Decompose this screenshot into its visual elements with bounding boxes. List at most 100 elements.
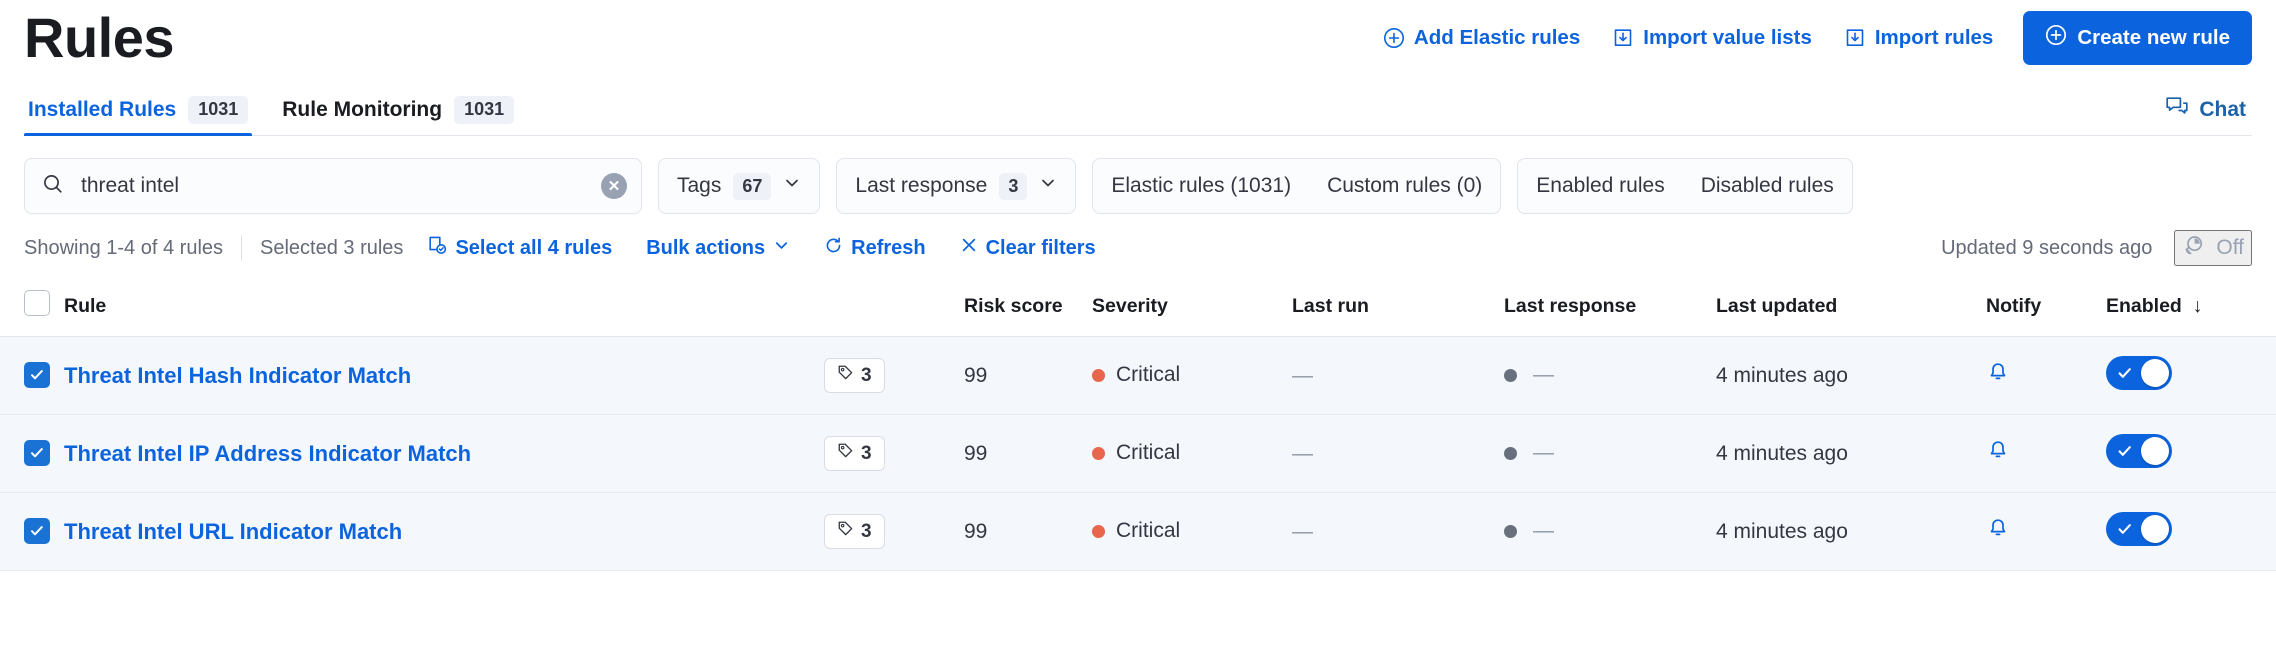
- auto-refresh-button[interactable]: Off: [2174, 230, 2252, 266]
- column-header-enabled-label: Enabled: [2106, 294, 2182, 317]
- row-select-cell: [0, 336, 64, 415]
- tags-badge[interactable]: 3: [824, 358, 885, 393]
- select-all-checkbox[interactable]: [24, 290, 50, 316]
- segment-disabled-rules[interactable]: Disabled rules: [1683, 159, 1852, 213]
- segment-custom-rules[interactable]: Custom rules (0): [1309, 159, 1500, 213]
- search-icon: [41, 172, 65, 201]
- auto-refresh-label: Off: [2216, 236, 2244, 259]
- clear-icon[interactable]: ✕: [601, 173, 627, 199]
- bell-icon[interactable]: [1986, 440, 2010, 468]
- rule-tags-cell: 3: [824, 336, 964, 415]
- column-header-tags: [824, 280, 964, 337]
- tag-icon: [837, 364, 854, 387]
- last-response-value: —: [1533, 441, 1554, 465]
- column-header-notify[interactable]: Notify: [1986, 280, 2106, 337]
- severity-label: Critical: [1116, 519, 1181, 543]
- chat-label: Chat: [2199, 98, 2246, 121]
- create-new-rule-label: Create new rule: [2077, 26, 2230, 49]
- enabled-cell: [2106, 336, 2276, 415]
- select-all-rules-label: Select all 4 rules: [455, 236, 613, 259]
- last-updated-text: Updated 9 seconds ago: [1941, 236, 2153, 259]
- row-checkbox[interactable]: [24, 440, 50, 466]
- select-all-icon: [427, 235, 447, 261]
- tags-filter-count: 67: [733, 172, 772, 200]
- import-rules-button[interactable]: Import rules: [1842, 22, 1995, 54]
- tags-filter-button[interactable]: Tags 67: [658, 158, 821, 214]
- chevron-down-icon: [1039, 174, 1057, 198]
- import-icon: [1612, 27, 1634, 49]
- risk-score-cell: 99: [964, 492, 1092, 571]
- enabled-toggle[interactable]: [2106, 355, 2172, 390]
- column-header-rule[interactable]: Rule: [64, 280, 824, 337]
- tab-rule-monitoring-badge: 1031: [454, 96, 515, 124]
- tag-icon: [837, 442, 854, 465]
- import-value-lists-label: Import value lists: [1643, 26, 1812, 49]
- create-new-rule-button[interactable]: Create new rule: [2023, 11, 2252, 65]
- tags-badge[interactable]: 3: [824, 514, 885, 549]
- column-header-risk-score[interactable]: Risk score: [964, 280, 1092, 337]
- last-updated-cell: 4 minutes ago: [1716, 492, 1986, 571]
- selected-count-text: Selected 3 rules: [260, 236, 404, 259]
- bell-icon[interactable]: [1986, 518, 2010, 546]
- column-header-last-updated[interactable]: Last updated: [1716, 280, 1986, 337]
- column-header-severity[interactable]: Severity: [1092, 280, 1292, 337]
- import-value-lists-button[interactable]: Import value lists: [1610, 22, 1814, 54]
- chevron-down-icon: [783, 174, 801, 198]
- last-response-cell: —: [1504, 492, 1716, 571]
- rule-name-link[interactable]: Threat Intel Hash Indicator Match: [64, 363, 411, 388]
- row-checkbox[interactable]: [24, 518, 50, 544]
- last-run-cell: —: [1292, 414, 1504, 493]
- notify-cell: [1986, 492, 2106, 571]
- table-header: Rule Risk score Severity Last run Last r…: [0, 280, 2276, 337]
- tab-rule-monitoring[interactable]: Rule Monitoring 1031: [278, 96, 518, 136]
- bell-icon[interactable]: [1986, 362, 2010, 390]
- tabs-row: Installed Rules 1031 Rule Monitoring 103…: [0, 76, 2276, 136]
- segment-enabled-rules[interactable]: Enabled rules: [1518, 159, 1682, 213]
- table-row[interactable]: Threat Intel URL Indicator Match 3 99 Criti…: [0, 492, 2276, 571]
- filter-bar: ✕ Tags 67 Last response 3 Elastic rules …: [0, 136, 2276, 214]
- column-header-last-run[interactable]: Last run: [1292, 280, 1504, 337]
- last-run-cell: —: [1292, 336, 1504, 415]
- select-all-rules-button[interactable]: Select all 4 rules: [421, 234, 618, 262]
- rule-name-cell: Threat Intel URL Indicator Match: [64, 492, 824, 571]
- tags-count: 3: [861, 442, 872, 464]
- enabled-toggle[interactable]: [2106, 511, 2172, 546]
- bulk-actions-button[interactable]: Bulk actions: [640, 236, 796, 261]
- utility-bar: Showing 1-4 of 4 rules Selected 3 rules …: [0, 214, 2276, 280]
- last-response-value: —: [1533, 363, 1554, 387]
- refresh-icon: [824, 236, 843, 261]
- tags-badge[interactable]: 3: [824, 436, 885, 471]
- last-response-filter-label: Last response: [855, 174, 988, 197]
- refresh-button[interactable]: Refresh: [818, 235, 931, 262]
- clear-filters-button[interactable]: Clear filters: [954, 235, 1102, 261]
- page-title: Rules: [24, 6, 175, 69]
- tags-count: 3: [861, 520, 872, 542]
- table-row[interactable]: Threat Intel Hash Indicator Match 3 99 Crit…: [0, 336, 2276, 415]
- column-header-last-response[interactable]: Last response: [1504, 280, 1716, 337]
- rule-name-link[interactable]: Threat Intel IP Address Indicator Match: [64, 441, 471, 466]
- column-header-enabled[interactable]: Enabled ↓: [2106, 280, 2276, 337]
- auto-refresh-icon: [2182, 233, 2206, 263]
- risk-score-cell: 99: [964, 414, 1092, 493]
- segment-elastic-rules[interactable]: Elastic rules (1031): [1093, 159, 1309, 213]
- enabled-cell: [2106, 414, 2276, 493]
- severity-label: Critical: [1116, 363, 1181, 387]
- search-box[interactable]: ✕: [24, 158, 642, 214]
- row-checkbox[interactable]: [24, 362, 50, 388]
- chat-button[interactable]: Chat: [2159, 95, 2252, 136]
- search-input[interactable]: [79, 173, 587, 199]
- last-run-cell: —: [1292, 492, 1504, 571]
- rule-name-link[interactable]: Threat Intel URL Indicator Match: [64, 519, 402, 544]
- table-row[interactable]: Threat Intel IP Address Indicator Match 3…: [0, 414, 2276, 493]
- severity-cell: Critical: [1092, 336, 1292, 415]
- enabled-toggle[interactable]: [2106, 433, 2172, 468]
- rule-tags-cell: 3: [824, 414, 964, 493]
- last-response-filter-button[interactable]: Last response 3: [836, 158, 1077, 214]
- header-select-all-cell: [0, 280, 64, 337]
- add-elastic-rules-button[interactable]: Add Elastic rules: [1381, 22, 1582, 54]
- chevron-down-icon: [773, 237, 790, 260]
- import-icon: [1844, 27, 1866, 49]
- close-icon: [960, 236, 978, 260]
- tab-installed-rules[interactable]: Installed Rules 1031: [24, 96, 253, 136]
- clear-filters-label: Clear filters: [985, 236, 1096, 259]
